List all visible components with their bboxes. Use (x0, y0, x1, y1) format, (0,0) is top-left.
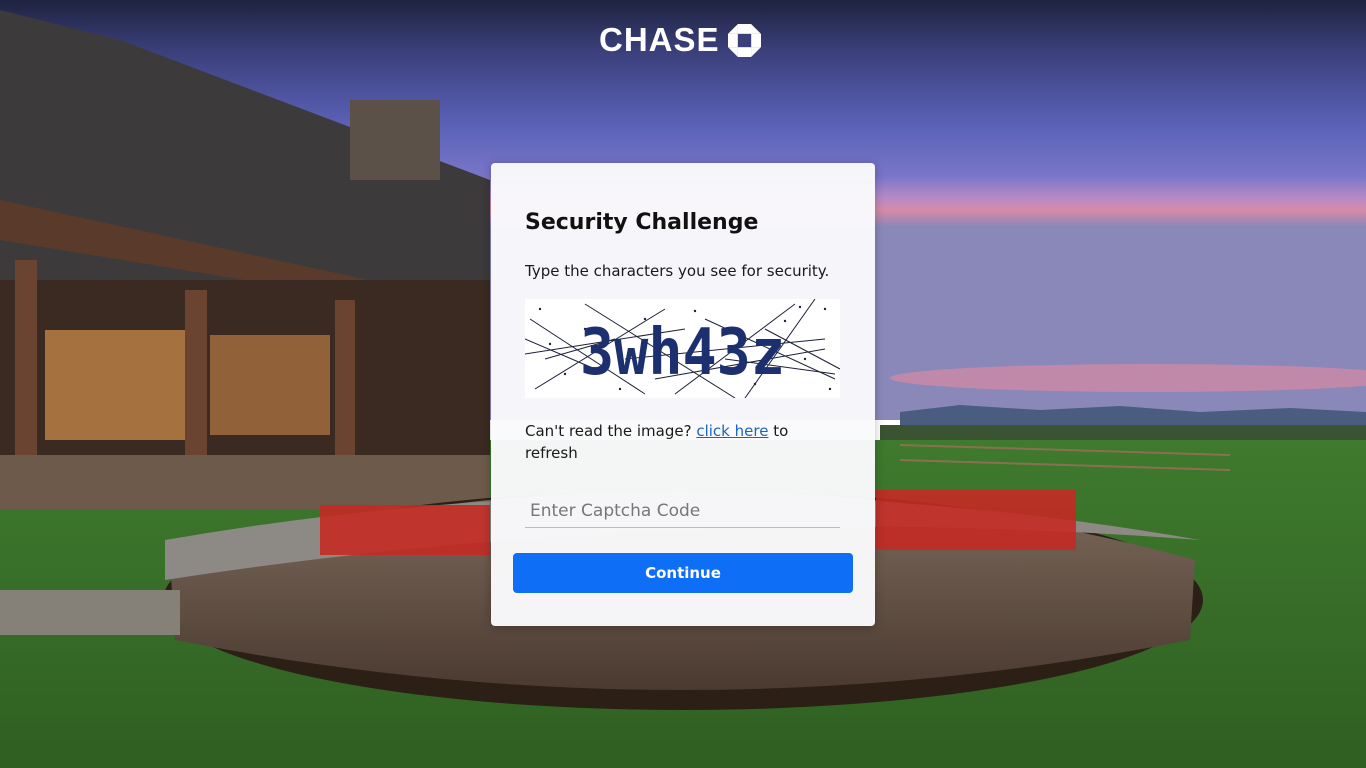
challenge-title: Security Challenge (525, 210, 759, 235)
chase-logo[interactable]: CHASE (599, 22, 761, 58)
refresh-captcha-text: Can't read the image? click here to refr… (525, 420, 825, 464)
captcha-image: 3wh43z (525, 299, 840, 398)
refresh-prefix: Can't read the image? (525, 422, 692, 440)
captcha-code-input[interactable] (525, 494, 840, 528)
security-challenge-card: Security Challenge Type the characters y… (491, 163, 875, 626)
challenge-instruction: Type the characters you see for security… (525, 262, 830, 280)
refresh-captcha-link[interactable]: click here (696, 422, 768, 440)
continue-button[interactable]: Continue (513, 553, 853, 593)
brand-name: CHASE (599, 21, 720, 58)
captcha-characters: 3wh43z (580, 316, 785, 390)
chase-octagon-icon (727, 23, 761, 57)
